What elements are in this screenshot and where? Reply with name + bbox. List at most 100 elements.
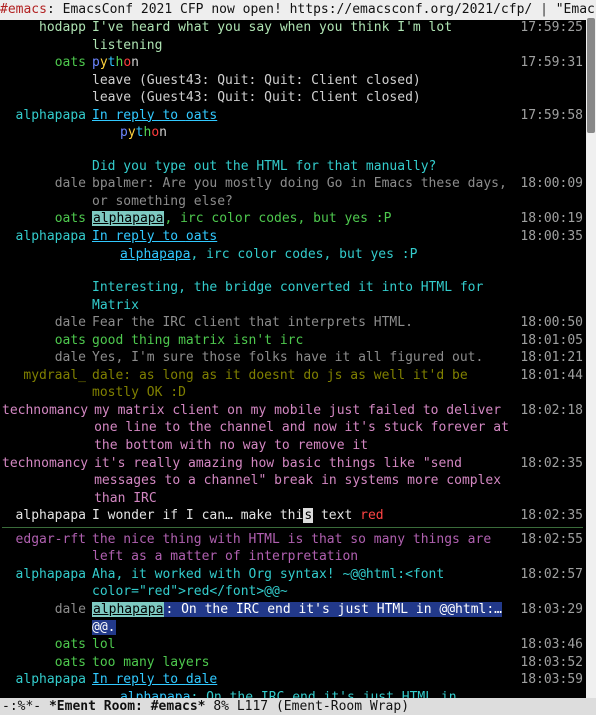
nick-label: alphapapa: [2, 566, 92, 584]
message-body: I wonder if I can… make this text red: [92, 507, 515, 525]
message-body: Did you type out the HTML for that manua…: [92, 158, 515, 176]
message-row: Interesting, the bridge converted it int…: [2, 279, 583, 314]
timestamp: 17:59:31: [515, 54, 583, 72]
message-row: oatsalphapapa, irc color codes, but yes …: [2, 210, 583, 228]
message-row: hodappI've heard what you say when you t…: [2, 19, 583, 54]
message-row: daleYes, I'm sure those folks have it al…: [2, 349, 583, 367]
timestamp: 18:02:35: [515, 455, 583, 473]
nick-label: alphapapa: [2, 507, 92, 525]
timestamp: 18:00:19: [515, 210, 583, 228]
timestamp: 18:03:29: [515, 601, 583, 619]
message-row: oatsgood thing matrix isn't irc18:01:05: [2, 332, 583, 350]
nick-label: hodapp: [2, 19, 92, 37]
message-body: bpalmer: Are you mostly doing Go in Emac…: [92, 175, 515, 210]
nick-label: dale: [2, 349, 92, 367]
message-body: good thing matrix isn't irc: [92, 332, 515, 350]
message-row: alphapapa: On the IRC end it's just HTML…: [2, 689, 583, 698]
message-body: my matrix client on my mobile just faile…: [94, 402, 515, 455]
nick-label: oats: [2, 636, 92, 654]
timestamp: 18:02:35: [515, 507, 583, 525]
message-row: edgar-rftthe nice thing with HTML is tha…: [2, 531, 583, 566]
scrollbar[interactable]: [586, 18, 596, 698]
nick-label: dale: [2, 314, 92, 332]
channel-name: #emacs: [0, 2, 47, 17]
message-row: technomancymy matrix client on my mobile…: [2, 402, 583, 455]
message-body: alphapapa, irc color codes, but yes :P: [92, 246, 515, 264]
message-body: Aha, it worked with Org syntax! ~@@html:…: [92, 566, 515, 601]
message-body: Interesting, the bridge converted it int…: [92, 279, 515, 314]
nick-label: oats: [2, 210, 92, 228]
message-body: python: [92, 54, 515, 72]
nick-label: alphapapa: [2, 671, 92, 689]
message-body: the nice thing with HTML is that so many…: [92, 531, 515, 566]
message-row: alphapapaIn reply to oats17:59:58: [2, 107, 583, 125]
message-body: alphapapa, irc color codes, but yes :P: [92, 210, 515, 228]
timestamp: 18:01:44: [515, 367, 583, 385]
message-row: oatslol18:03:46: [2, 636, 583, 654]
nick-label: oats: [2, 54, 92, 72]
modeline-pct: 8%: [206, 699, 237, 714]
message-row: leave (Guest43: Quit: Quit: Client close…: [2, 89, 583, 107]
nick-label: alphapapa: [2, 228, 92, 246]
separator: [2, 527, 583, 528]
modeline-mode: (Ement-Room Wrap): [268, 699, 409, 714]
message-row: Did you type out the HTML for that manua…: [2, 158, 583, 176]
timestamp: 18:02:57: [515, 566, 583, 584]
nick-label: oats: [2, 332, 92, 350]
timestamp: 18:00:09: [515, 175, 583, 193]
message-body: leave (Guest43: Quit: Quit: Client close…: [92, 72, 515, 90]
message-row: daleFear the IRC client that interprets …: [2, 314, 583, 332]
message-body: python: [92, 124, 515, 142]
message-row: python: [2, 124, 583, 142]
nick-label: technomancy: [2, 402, 94, 420]
message-body: too many layers: [92, 654, 515, 672]
message-body: lol: [92, 636, 515, 654]
message-row: alphapapa, irc color codes, but yes :P: [2, 246, 583, 264]
message-row: alphapapaI wonder if I can… make this te…: [2, 507, 583, 525]
timestamp: 18:02:18: [515, 402, 583, 420]
message-row: dalealphapapa: On the IRC end it's just …: [2, 601, 583, 636]
timestamp: 17:59:58: [515, 107, 583, 125]
nick-label: technomancy: [2, 455, 94, 473]
message-body: Fear the IRC client that interprets HTML…: [92, 314, 515, 332]
message-body: Yes, I'm sure those folks have it all fi…: [92, 349, 515, 367]
message-row: oatspython17:59:31: [2, 54, 583, 72]
modeline: -:%*- *Ement Room: #emacs* 8% L117 (Emen…: [0, 698, 596, 715]
message-body: In reply to oats: [92, 107, 515, 125]
timestamp: 18:00:50: [515, 314, 583, 332]
nick-label: dale: [2, 601, 92, 619]
modeline-flags: -:%*-: [2, 699, 49, 714]
message-row: mydraal_dale: as long as it doesnt do js…: [2, 367, 583, 402]
timestamp: 18:01:21: [515, 349, 583, 367]
timestamp: 18:03:46: [515, 636, 583, 654]
timestamp: 18:00:35: [515, 228, 583, 246]
message-row: oatstoo many layers18:03:52: [2, 654, 583, 672]
topic-part-b: "Emacs is a co: [548, 2, 596, 17]
nick-label: alphapapa: [2, 107, 92, 125]
topic-sep: |: [540, 2, 548, 17]
message-body: alphapapa: On the IRC end it's just HTML…: [92, 601, 515, 636]
message-buffer[interactable]: hodappI've heard what you say when you t…: [0, 18, 585, 698]
header-topic-bar: #emacs: EmacsConf 2021 CFP now open! htt…: [0, 0, 596, 20]
scrollbar-thumb[interactable]: [587, 18, 595, 133]
message-row: dalebpalmer: Are you mostly doing Go in …: [2, 175, 583, 210]
nick-label: mydraal_: [2, 367, 92, 385]
message-row: alphapapaAha, it worked with Org syntax!…: [2, 566, 583, 601]
message-body: In reply to oats: [92, 228, 515, 246]
message-body: it's really amazing how basic things lik…: [94, 455, 515, 508]
timestamp: 18:03:52: [515, 654, 583, 672]
modeline-pos: L117: [237, 699, 268, 714]
timestamp: 18:02:55: [515, 531, 583, 549]
message-row: technomancyit's really amazing how basic…: [2, 455, 583, 508]
message-body: In reply to dale: [92, 671, 515, 689]
message-row: alphapapaIn reply to oats18:00:35: [2, 228, 583, 246]
message-body: leave (Guest43: Quit: Quit: Client close…: [92, 89, 515, 107]
nick-label: oats: [2, 654, 92, 672]
nick-label: dale: [2, 175, 92, 193]
message-body: I've heard what you say when you think I…: [92, 19, 515, 54]
message-body: alphapapa: On the IRC end it's just HTML…: [92, 689, 515, 698]
timestamp: 18:03:59: [515, 671, 583, 689]
topic-part-a: : EmacsConf 2021 CFP now open! https://e…: [47, 2, 540, 17]
timestamp: 18:01:05: [515, 332, 583, 350]
message-body: dale: as long as it doesnt do js as well…: [92, 367, 515, 402]
